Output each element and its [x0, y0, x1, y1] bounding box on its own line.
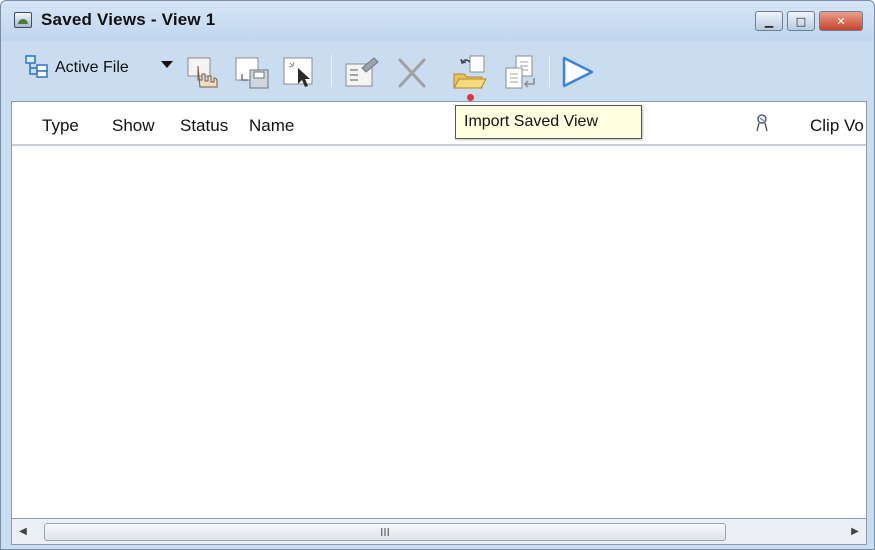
column-header-clip-volume[interactable]: Clip Vo — [810, 116, 864, 136]
delete-button[interactable] — [391, 51, 431, 91]
column-header-show[interactable]: Show — [112, 116, 155, 136]
column-header-name[interactable]: Name — [249, 116, 294, 136]
delete-x-icon — [398, 58, 426, 88]
column-header-type[interactable]: Type — [42, 116, 79, 136]
file-tree-icon[interactable] — [25, 55, 49, 79]
import-saved-view-tooltip: Import Saved View — [455, 105, 642, 139]
hand-pointer-icon — [187, 57, 218, 88]
floppy-save-icon — [235, 57, 269, 89]
maximize-button[interactable]: □ — [787, 11, 815, 31]
saved-views-app-icon — [14, 12, 32, 28]
cursor-hotspot-marker — [467, 94, 474, 101]
horizontal-scrollbar[interactable]: ◀ III ▶ — [11, 519, 867, 545]
properties-icon — [345, 57, 379, 87]
toolbar-separator — [331, 55, 332, 87]
create-view-button[interactable] — [183, 51, 223, 91]
close-button[interactable]: ✕ — [819, 11, 863, 31]
saved-views-window: Saved Views - View 1 ▁ □ ✕ Active File T… — [0, 0, 875, 550]
chevron-down-icon[interactable] — [161, 61, 173, 68]
filter-button[interactable] — [557, 51, 597, 91]
toolbar-separator — [549, 55, 550, 87]
export-button[interactable] — [499, 51, 539, 91]
toolbar: Active File — [11, 45, 869, 101]
scroll-right-icon[interactable]: ▶ — [844, 519, 866, 544]
column-header-status[interactable]: Status — [180, 116, 228, 136]
cursor-select-icon — [283, 57, 313, 87]
scrollbar-thumb[interactable]: III — [44, 523, 726, 541]
saved-views-list[interactable]: Type Show Status Name Clip Vo — [11, 101, 867, 519]
list-header: Type Show Status Name Clip Vo — [12, 102, 866, 146]
import-saved-view-button[interactable] — [449, 51, 489, 91]
folder-import-icon — [453, 55, 487, 89]
select-view-button[interactable] — [279, 51, 319, 91]
funnel-icon — [562, 56, 594, 88]
title-bar[interactable]: Saved Views - View 1 ▁ □ ✕ — [1, 1, 874, 41]
scrollbar-grip: III — [380, 525, 390, 539]
clip-volume-pin-icon[interactable] — [756, 114, 770, 132]
document-export-icon — [505, 55, 535, 89]
minimize-button[interactable]: ▁ — [755, 11, 783, 31]
window-title: Saved Views - View 1 — [41, 10, 216, 29]
scroll-left-icon[interactable]: ◀ — [12, 519, 34, 544]
save-view-button[interactable] — [231, 51, 271, 91]
active-file-dropdown-label[interactable]: Active File — [55, 59, 129, 77]
properties-button[interactable] — [341, 51, 381, 91]
